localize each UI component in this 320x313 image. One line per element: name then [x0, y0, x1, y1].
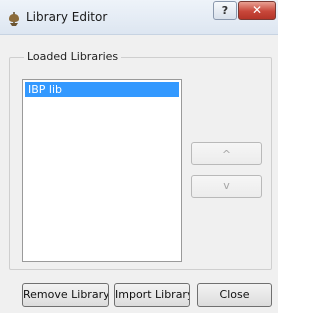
library-editor-window: Library Editor ? ✕ Loaded Libraries IBP … [0, 0, 278, 313]
chevron-down-icon: v [223, 179, 230, 192]
library-app-icon [7, 11, 21, 27]
list-item[interactable]: IBP lib [25, 82, 179, 97]
move-down-button[interactable]: v [191, 175, 262, 198]
libraries-list[interactable]: IBP lib [22, 79, 182, 262]
remove-library-button[interactable]: Remove Library [22, 283, 109, 307]
window-close-button[interactable]: ✕ [238, 1, 276, 20]
chevron-up-icon: ^ [221, 148, 232, 161]
window-title: Library Editor [26, 10, 108, 24]
help-button[interactable]: ? [213, 1, 237, 20]
close-button[interactable]: Close [197, 283, 272, 307]
import-library-button[interactable]: Import Library [114, 283, 190, 307]
title-bar[interactable]: Library Editor ? ✕ [0, 0, 278, 35]
group-legend: Loaded Libraries [24, 50, 122, 64]
move-up-button[interactable]: ^ [191, 142, 262, 165]
